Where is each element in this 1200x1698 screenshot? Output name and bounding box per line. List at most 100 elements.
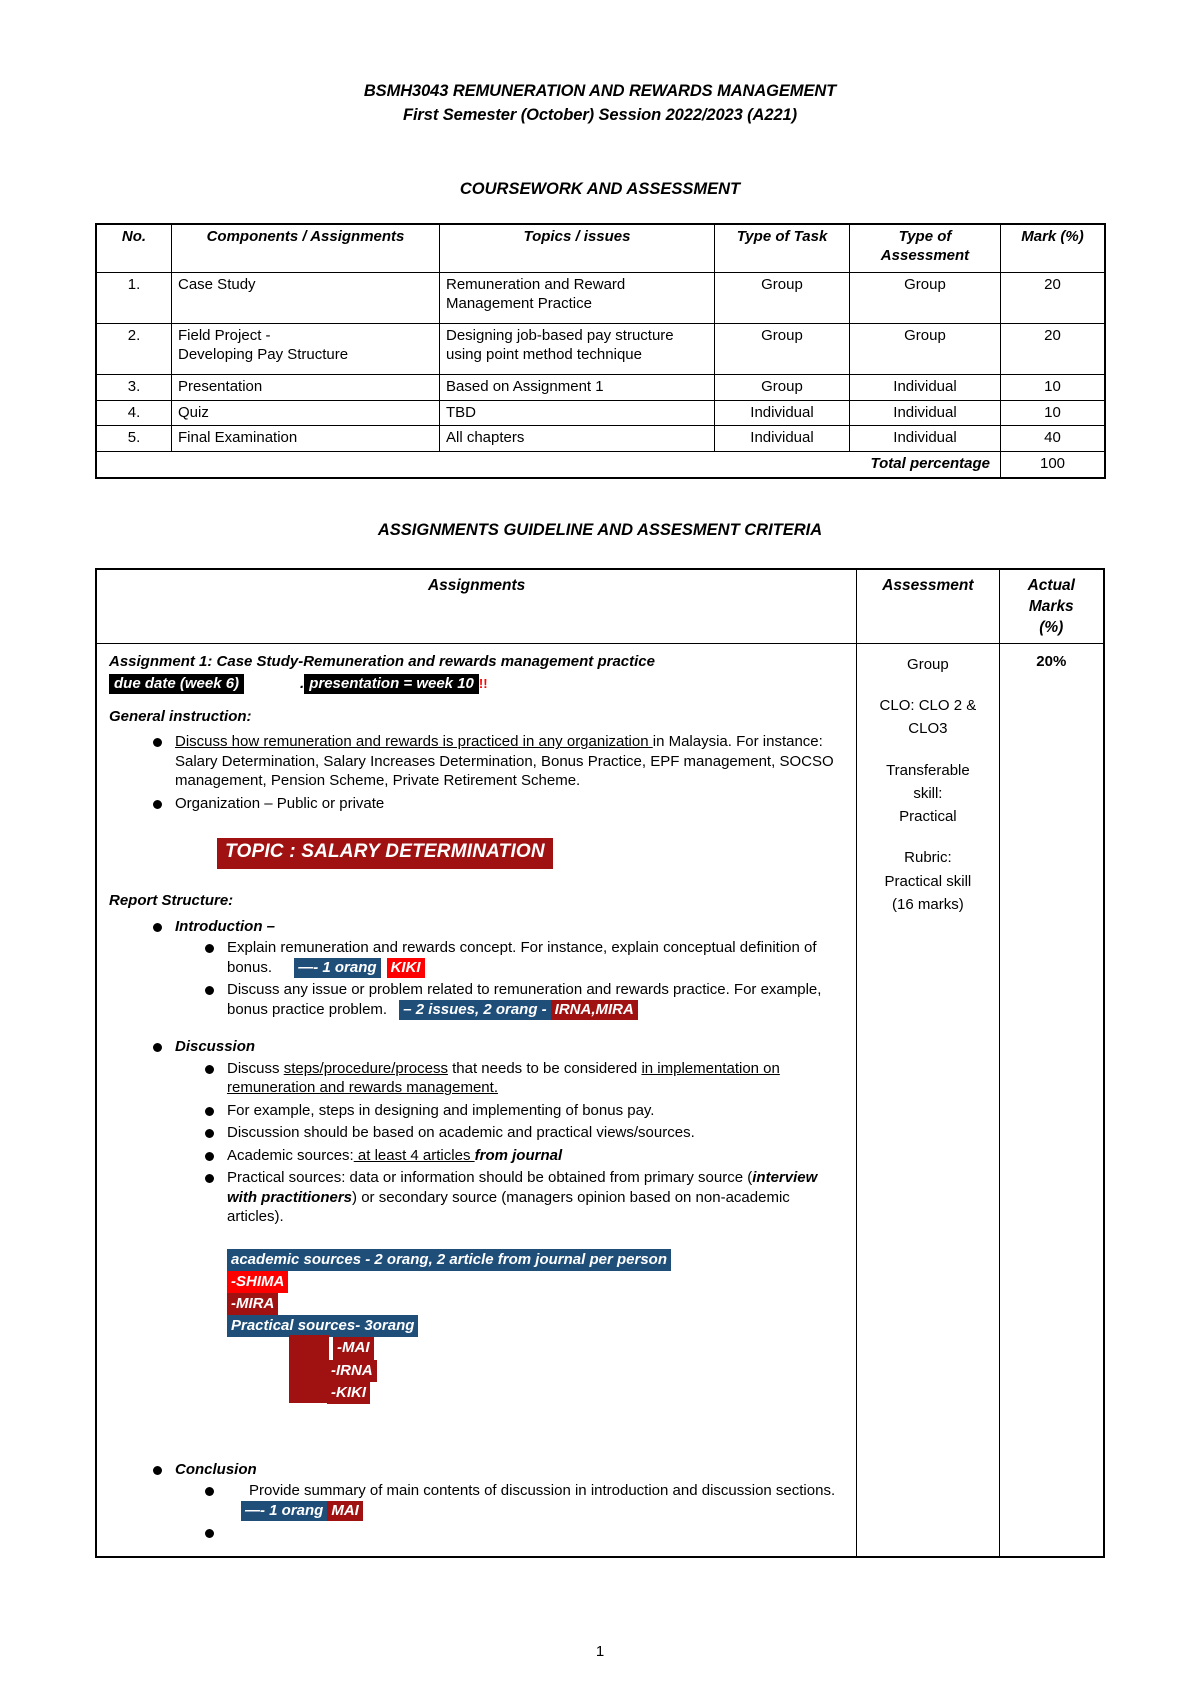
src-academic-sources-highlight: academic sources - 2 orang, 2 article fr… — [227, 1248, 671, 1271]
cell-no: 1. — [95, 271, 172, 324]
cell-component: Case Study — [171, 271, 440, 324]
conclusion-sublist: Provide summary of main contents of disc… — [175, 1481, 846, 1543]
table-row: 3. Presentation Based on Assignment 1 Gr… — [95, 373, 1106, 401]
cell-no: 4. — [95, 399, 172, 427]
list-item: Provide summary of main contents of disc… — [205, 1481, 846, 1521]
cell-no: 5. — [95, 425, 172, 453]
list-item: For example, steps in designing and impl… — [205, 1101, 846, 1121]
gi-bullet1-underlined: Discuss how remuneration and rewards is … — [175, 733, 653, 751]
general-instruction-label: General instruction: — [109, 707, 252, 725]
assess-ts-l2: skill: — [913, 784, 943, 802]
col-header-assessment: Assessment — [856, 568, 1000, 644]
assess-ts-l3: Practical — [899, 808, 957, 826]
assess-ts-l1: Transferable — [886, 761, 970, 779]
general-instruction-list: Discuss how remuneration and rewards is … — [109, 732, 846, 813]
report-structure-label: Report Structure: — [109, 892, 234, 910]
cell-mark: 10 — [1000, 399, 1106, 427]
assignment-1-row: Assignment 1: Case Study-Remuneration an… — [95, 642, 1105, 1558]
assignment-1-actual-marks: 20% — [998, 642, 1105, 1558]
col-header-topics: Topics / issues — [439, 223, 715, 273]
list-item: Organization – Public or private — [153, 794, 846, 814]
list-item-introduction: Introduction – Explain remuneration and … — [153, 917, 846, 1020]
src-kiki-highlight: -KIKI — [327, 1381, 370, 1404]
assess-clo: CLO: CLO 2 & CLO3 — [858, 694, 997, 741]
coursework-assessment-table: No. Components / Assignments Topics / is… — [95, 222, 1106, 480]
disc-b4-b: from journal — [474, 1146, 563, 1164]
assess-group: Group — [907, 655, 949, 673]
guideline-header-row: Assignments Assessment Actual Marks (%) — [95, 568, 1105, 644]
cell-topic-l2: Management Practice — [446, 294, 592, 312]
actual-marks-l2: Marks — [1028, 598, 1074, 616]
disc-b2: For example, steps in designing and impl… — [227, 1101, 655, 1119]
col-header-type-of-assessment-l2: Assessment — [880, 246, 970, 264]
col-header-type-of-task: Type of Task — [714, 223, 850, 273]
src-mai-highlight: -MAI — [333, 1337, 374, 1360]
presentation-week-highlight: presentation = week 10 — [304, 674, 479, 695]
src-mira-highlight: -MIRA — [227, 1293, 279, 1316]
disc-b5-a: Practical sources: data or information s… — [227, 1169, 753, 1187]
cell-assessment: Individual — [849, 399, 1001, 427]
list-item: Discussion should be based on academic a… — [205, 1123, 846, 1143]
cell-topic: Designing job-based pay structure using … — [439, 322, 715, 375]
list-item-conclusion: Conclusion Provide summary of main conte… — [153, 1460, 846, 1543]
document-title-line2: First Semester (October) Session 2022/20… — [402, 105, 798, 124]
discussion-sublist: Discuss steps/procedure/process that nee… — [175, 1059, 846, 1404]
introduction-sublist: Explain remuneration and rewards concept… — [175, 938, 846, 1020]
cell-component-l1: Case Study — [178, 275, 256, 293]
assess-rubric: Rubric: Practical skill (16 marks) — [858, 846, 997, 916]
table-total-row: Total percentage 100 — [95, 451, 1106, 479]
src-line-irna: -IRNA — [227, 1359, 846, 1382]
gi-bullet2: Organization – Public or private — [175, 794, 385, 812]
list-item — [205, 1523, 846, 1543]
cell-component: Quiz — [171, 399, 440, 427]
disc-b1-b: that needs to be considered — [447, 1059, 642, 1077]
document-title: BSMH3043 REMUNERATION AND REWARDS MANAGE… — [95, 0, 1105, 128]
introduction-label: Introduction – — [175, 917, 275, 935]
concl-navy-highlight: —- 1 orang — [241, 1500, 328, 1521]
src-line-shima: -SHIMA — [227, 1270, 846, 1294]
assess-rubric-l2: Practical skill — [884, 872, 972, 890]
list-item: Practical sources: data or information s… — [205, 1168, 846, 1227]
cell-mark: 40 — [1000, 425, 1106, 453]
cell-mark: 20 — [1000, 271, 1106, 324]
cell-mark: 20 — [1000, 322, 1106, 375]
cell-no: 2. — [95, 322, 172, 375]
conclusion-label: Conclusion — [175, 1460, 257, 1478]
exclamation-marks: !! — [478, 676, 488, 692]
src-line-academic: academic sources - 2 orang, 2 article fr… — [227, 1248, 846, 1271]
src-line-mai: -MAI — [227, 1337, 846, 1360]
col-header-actual-marks: Actual Marks (%) — [998, 568, 1105, 644]
due-date-highlight: due date (week 6) — [109, 674, 245, 695]
cell-topic: All chapters — [439, 425, 715, 453]
cell-topic-l1: Designing job-based pay structure — [446, 326, 674, 344]
disc-b1-a: Discuss — [227, 1059, 284, 1077]
list-item: Discuss how remuneration and rewards is … — [153, 732, 846, 791]
col-header-components: Components / Assignments — [171, 223, 440, 273]
cell-component: Field Project - Developing Pay Structure — [171, 322, 440, 375]
assess-rubric-l3: (16 marks) — [892, 895, 964, 913]
concl-b1: Provide summary of main contents of disc… — [249, 1482, 836, 1500]
topic-highlight-box: TOPIC : SALARY DETERMINATION — [217, 838, 553, 870]
disc-b3: Discussion should be based on academic a… — [227, 1124, 695, 1142]
cell-topic-l2: using point method technique — [446, 345, 642, 363]
col-header-mark: Mark (%) — [1000, 223, 1106, 273]
intro-b1-navy-highlight: —- 1 orang — [294, 957, 381, 978]
sources-annotation-block: academic sources - 2 orang, 2 article fr… — [205, 1248, 846, 1404]
table-row: 1. Case Study Remuneration and Reward Ma… — [95, 271, 1106, 324]
assignment-1-assessment: Group CLO: CLO 2 & CLO3 Transferable ski… — [856, 642, 1000, 1558]
disc-b4-u: at least 4 articles — [353, 1146, 475, 1164]
cell-assessment: Group — [849, 322, 1001, 375]
report-structure-list: Introduction – Explain remuneration and … — [109, 917, 846, 1543]
due-date-row: due date (week 6). presentation = week 10… — [109, 674, 846, 695]
cell-task: Individual — [714, 425, 850, 453]
cell-assessment: Group — [849, 271, 1001, 324]
cell-topic: Based on Assignment 1 — [439, 373, 715, 401]
assess-rubric-l1: Rubric: — [904, 849, 952, 867]
col-header-type-of-assessment-l1: Type of — [898, 227, 952, 245]
assignment-1-title: Assignment 1: Case Study-Remuneration an… — [109, 652, 655, 670]
sources-highlight-stack: academic sources - 2 orang, 2 article fr… — [227, 1248, 846, 1404]
assess-clo-l2: CLO3 — [908, 720, 948, 738]
cell-topic: Remuneration and Reward Management Pract… — [439, 271, 715, 324]
intro-b2-red-highlight: IRNA,MIRA — [550, 999, 638, 1020]
intro-b2-navy-highlight: – 2 issues, 2 orang - — [399, 999, 551, 1020]
